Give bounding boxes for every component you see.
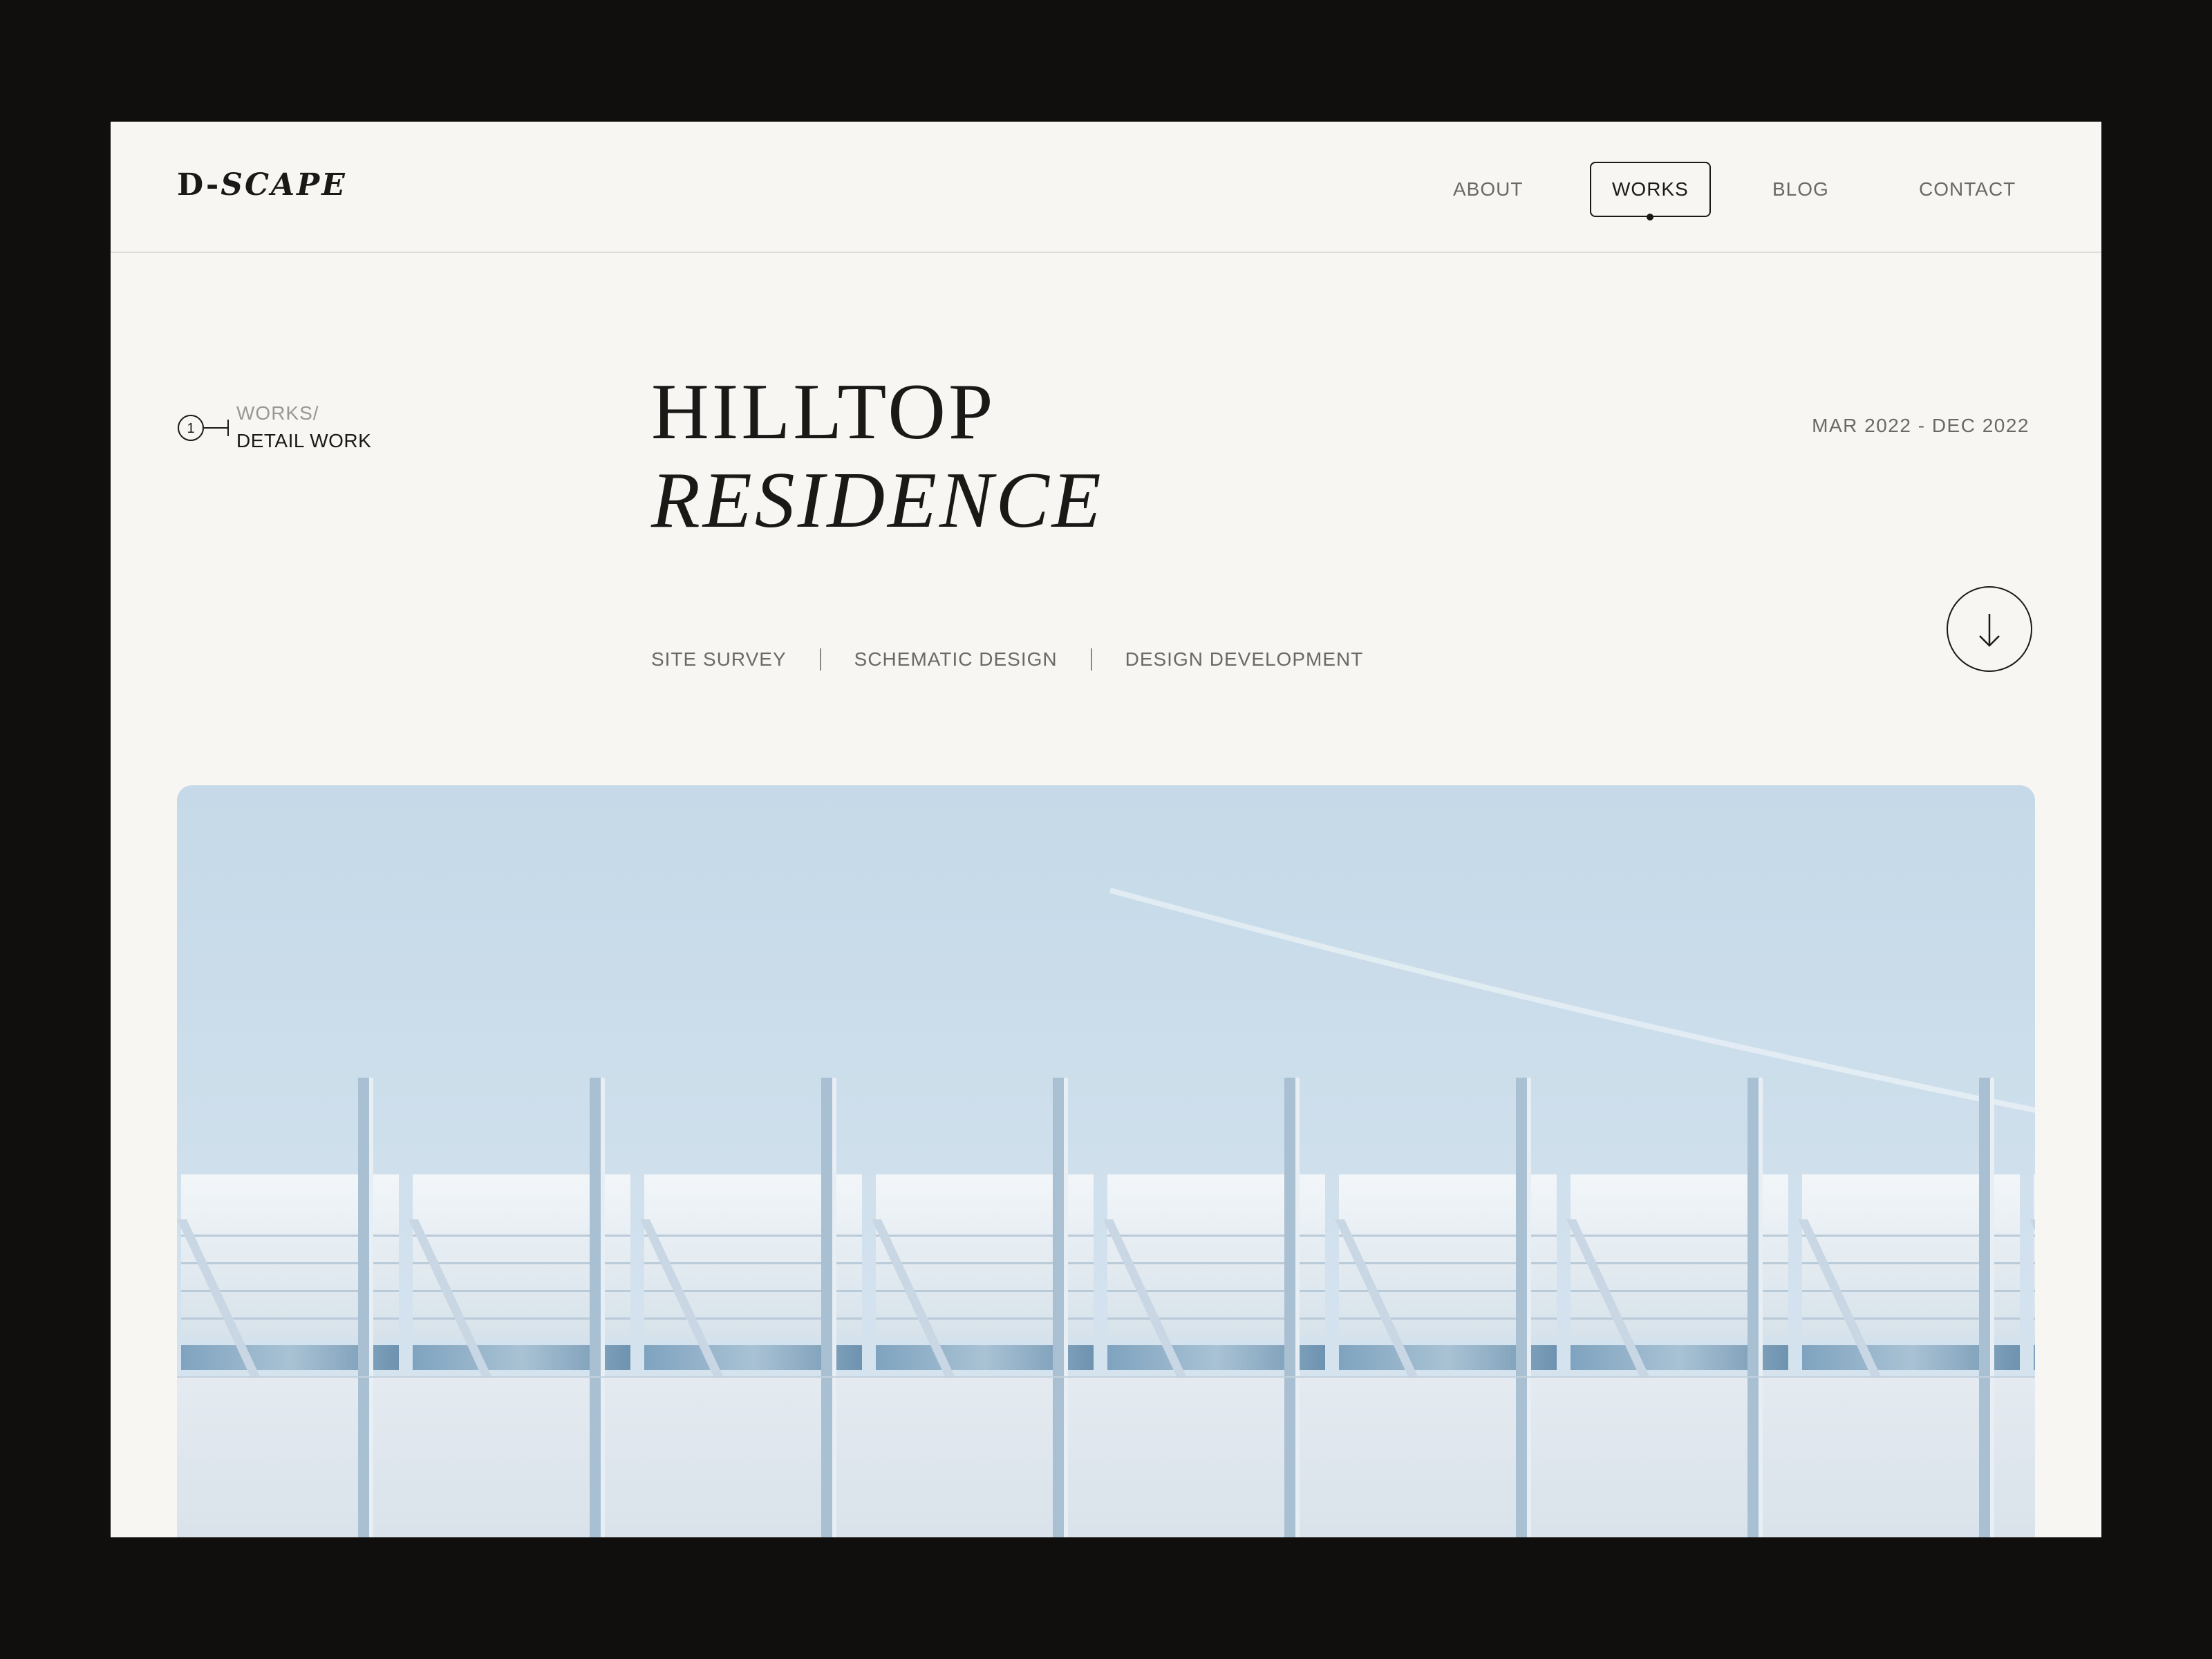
page-frame: D-SCAPE ABOUT WORKS BLOG CONTACT 1 WORKS…	[111, 122, 2101, 1537]
project-phases: SITE SURVEY SCHEMATIC DESIGN DESIGN DEVE…	[651, 646, 1363, 673]
active-indicator-dot	[1647, 214, 1654, 221]
phase-site-survey: SITE SURVEY	[651, 648, 787, 670]
breadcrumb-parent[interactable]: WORKS/	[236, 402, 319, 424]
hero-image	[177, 785, 2035, 1537]
phase-divider	[1090, 648, 1092, 671]
nav-works[interactable]: WORKS	[1590, 162, 1711, 221]
arrow-down-icon	[1979, 614, 2000, 647]
project-title-line1: HILLTOP	[651, 368, 996, 456]
project-date-range: MAR 2022 - DEC 2022	[1812, 415, 2030, 436]
phase-schematic-design: SCHEMATIC DESIGN	[854, 648, 1058, 670]
site-header: D-SCAPE ABOUT WORKS BLOG CONTACT	[111, 122, 2101, 253]
step-number: 1	[187, 421, 194, 436]
brand-logo[interactable]: D-SCAPE	[177, 167, 347, 203]
logo-suffix: SCAPE	[221, 167, 347, 203]
phase-design-development: DESIGN DEVELOPMENT	[1125, 648, 1364, 670]
nav-contact[interactable]: CONTACT	[1919, 178, 2016, 200]
architecture-photo	[177, 785, 2035, 1537]
scroll-down-button[interactable]	[1947, 586, 2032, 672]
nav-works-label: WORKS	[1612, 178, 1689, 200]
nav-blog[interactable]: BLOG	[1772, 178, 1829, 200]
phase-divider	[819, 648, 821, 671]
breadcrumb-current: DETAIL WORK	[236, 430, 372, 451]
step-marker-icon: 1	[178, 415, 229, 441]
nav-about[interactable]: ABOUT	[1453, 178, 1523, 200]
logo-prefix: D-	[177, 167, 221, 203]
project-title-line2: RESIDENCE	[651, 456, 1104, 545]
